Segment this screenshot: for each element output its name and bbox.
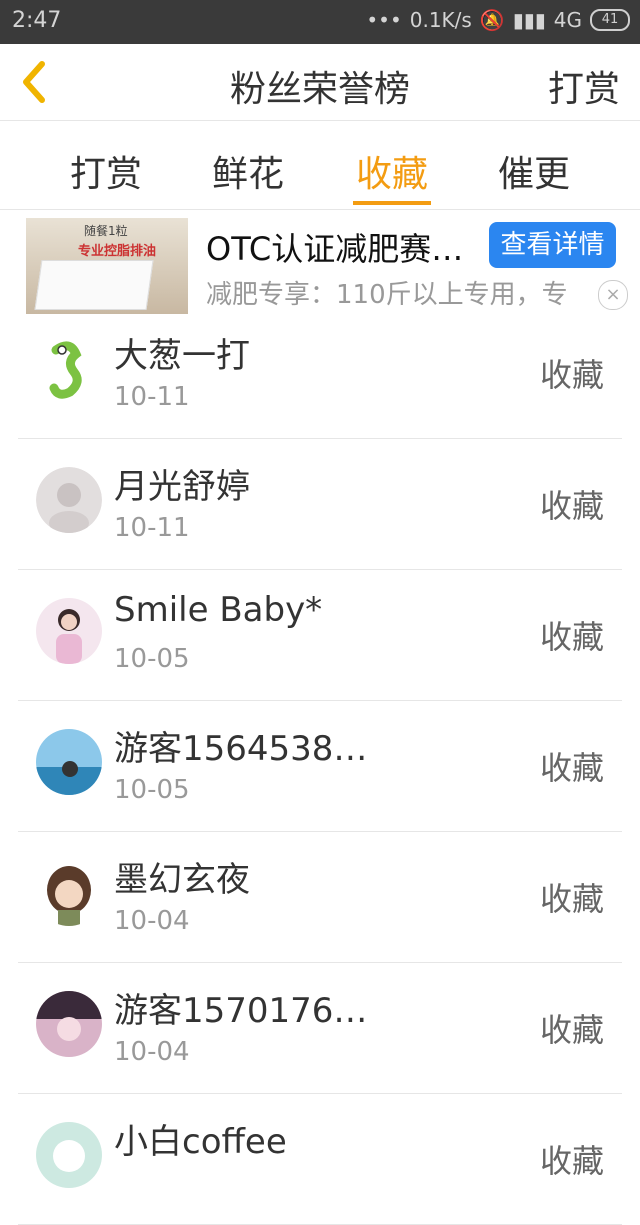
action-date: 10-04 [114,1037,190,1067]
app-header: 粉丝荣誉榜 打赏 [0,44,640,121]
ad-image-text-1: 随餐1粒 [84,224,128,238]
status-time: 2:47 [12,8,62,33]
page-title: 粉丝荣誉榜 [229,69,410,110]
avatar [36,991,102,1057]
avatar [36,467,102,533]
tab-urge[interactable]: 催更 [474,145,594,197]
action-label: 收藏 [539,1142,604,1180]
list-item[interactable]: 月光舒婷 10-11 收藏 [18,439,622,570]
action-date: 10-11 [114,382,190,412]
user-name: 游客1564538… [114,729,368,769]
avatar [36,598,102,664]
avatar [36,729,102,795]
ad-banner[interactable]: 随餐1粒 专业控脂排油 OTC认证减肥赛… 查看详情 减肥专享：110斤以上专用… [0,210,640,314]
user-name: 墨幻玄夜 [114,860,250,900]
ad-image-text-2: 专业控脂排油 [78,244,157,259]
action-label: 收藏 [539,749,604,787]
list-item[interactable]: 游客1570176… 10-04 收藏 [18,963,622,1094]
fans-list: 大葱一打 10-11 收藏 月光舒婷 10-11 收藏 Smile Baby* … [0,308,640,1225]
action-date: 10-04 [114,906,190,936]
action-label: 收藏 [539,356,604,394]
ad-description: 减肥专享：110斤以上专用，专 [206,280,568,310]
user-name: Smile Baby* [114,590,323,630]
action-date: 10-05 [114,775,190,805]
avatar [36,860,102,926]
action-date: 10-05 [114,644,190,674]
list-item[interactable]: 大葱一打 10-11 收藏 [18,308,622,439]
tab-bar: 打赏 鲜花 收藏 催更 [0,121,640,210]
list-item[interactable]: 小白coffee 收藏 [18,1094,622,1225]
network-speed: 0.1K/s [409,8,472,32]
user-name: 游客1570176… [114,991,368,1031]
network-type: 4G [553,8,582,32]
list-item[interactable]: Smile Baby* 10-05 收藏 [18,570,622,701]
close-ad-icon[interactable]: × [598,280,628,310]
action-label: 收藏 [539,1011,604,1049]
user-name: 小白coffee [114,1122,287,1162]
action-date: 10-11 [114,513,190,543]
avatar [36,336,102,402]
bell-off-icon: 🔕 [479,8,505,32]
ad-image: 随餐1粒 专业控脂排油 [26,218,188,314]
ad-title: OTC认证减肥赛… [206,230,464,268]
product-box [34,260,154,310]
user-name: 大葱一打 [114,336,250,376]
avatar [36,1122,102,1188]
action-label: 收藏 [539,487,604,525]
list-item[interactable]: 墨幻玄夜 10-04 收藏 [18,832,622,963]
tab-favorites[interactable]: 收藏 [332,145,452,197]
status-dots: ••• [366,8,402,32]
view-details-button[interactable]: 查看详情 [489,222,616,268]
signal-icon: ▮▮▮ [512,8,546,32]
action-label: 收藏 [539,880,604,918]
active-tab-indicator [353,201,431,205]
battery-icon: 41 [590,9,630,31]
reward-button[interactable]: 打赏 [548,60,620,112]
list-item[interactable]: 游客1564538… 10-05 收藏 [18,701,622,832]
tab-flowers[interactable]: 鲜花 [188,145,308,197]
user-name: 月光舒婷 [114,467,250,507]
status-right: ••• 0.1K/s 🔕 ▮▮▮ 4G 41 [366,8,630,32]
action-label: 收藏 [539,618,604,656]
status-bar: 2:47 ••• 0.1K/s 🔕 ▮▮▮ 4G 41 [0,0,640,44]
tab-reward[interactable]: 打赏 [46,145,166,197]
